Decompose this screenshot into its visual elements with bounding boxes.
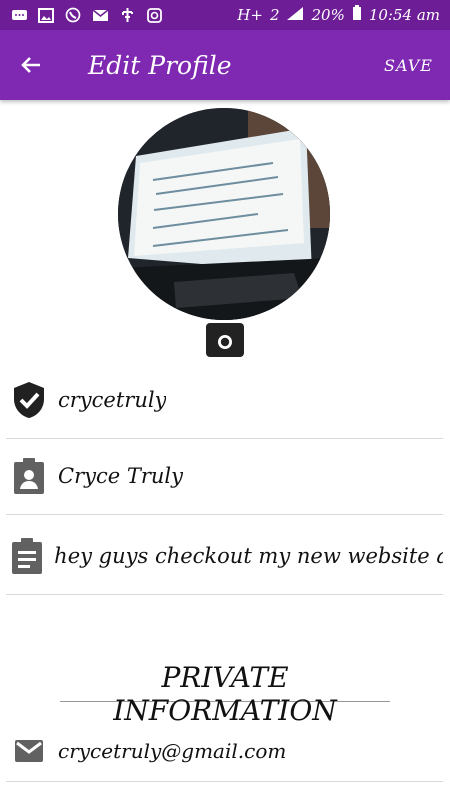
chat-icon — [10, 7, 28, 23]
email-value: crycetruly@gmail.com — [58, 738, 287, 763]
app-bar: Edit Profile SAVE — [0, 30, 450, 100]
private-information-heading: PRIVATE INFORMATION — [60, 661, 390, 727]
email-field[interactable]: crycetruly@gmail.com — [6, 720, 443, 782]
contact-card-icon — [8, 457, 50, 495]
battery-percent: 20% — [311, 6, 345, 24]
username-field[interactable]: crycetruly — [6, 362, 443, 439]
battery-icon — [352, 5, 362, 25]
mail-icon — [91, 7, 109, 23]
status-bar: H+ 2 20% 10:54 am — [0, 0, 450, 30]
system-indicators: H+ 2 20% 10:54 am — [237, 5, 440, 25]
clock: 10:54 am — [368, 6, 440, 24]
signal-icon — [286, 6, 304, 25]
email-icon — [8, 739, 50, 763]
usb-icon — [118, 7, 136, 23]
sim-indicator: 2 — [269, 6, 280, 24]
save-button[interactable]: SAVE — [384, 56, 450, 75]
clipboard-icon — [8, 537, 46, 575]
notification-icons — [10, 7, 163, 23]
bio-field[interactable]: hey guys checkout my new website at w — [6, 518, 443, 595]
username-value: crycetruly — [58, 388, 167, 412]
page-title: Edit Profile — [88, 50, 232, 80]
network-indicator: H+ — [237, 6, 263, 24]
profile-photo[interactable] — [118, 108, 330, 320]
back-arrow-icon[interactable] — [0, 30, 62, 100]
camera-icon[interactable] — [206, 323, 244, 357]
gallery-icon — [37, 7, 55, 23]
name-field[interactable]: Cryce Truly — [6, 438, 443, 515]
name-value: Cryce Truly — [58, 464, 183, 488]
whatsapp-icon — [64, 7, 82, 23]
verified-shield-icon — [8, 380, 50, 420]
bio-value: hey guys checkout my new website at w — [54, 544, 443, 568]
instagram-icon — [145, 7, 163, 23]
